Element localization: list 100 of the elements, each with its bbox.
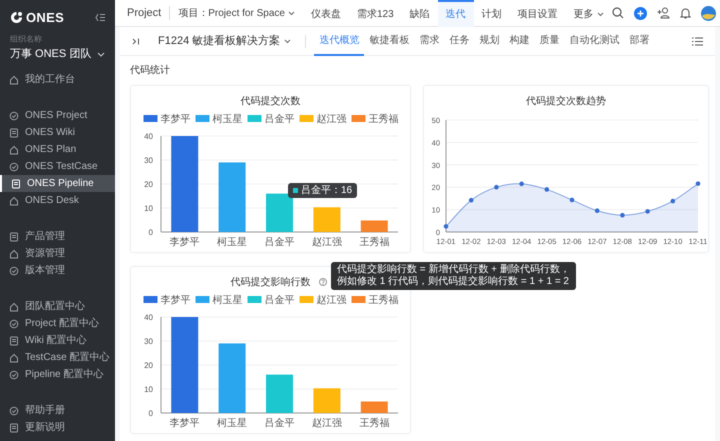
sidebar-item[interactable]: ONES Pipeline [0,175,115,192]
sidebar-item[interactable]: 版本管理 [0,262,115,279]
nav-tab[interactable]: 项目设置 [510,0,566,26]
legend-item[interactable]: 赵江强 [300,114,346,125]
add-user-icon[interactable] [656,7,670,19]
legend-item[interactable]: 吕金平 [248,295,294,306]
data-point[interactable] [468,198,474,202]
chart-title: 代码提交影响行数 [230,277,310,288]
add-icon[interactable] [634,6,647,20]
axis-tick-label: 20 [144,361,153,370]
axis-tick-label: 40 [144,313,153,322]
sidebar-item[interactable]: 产品管理 [0,228,115,245]
chart-title: 代码提交次数趋势 [526,96,606,107]
sidebar-item[interactable]: Wiki 配置中心 [0,332,115,349]
axis-category-label: 吕金平 [264,237,294,248]
legend-item[interactable]: 王秀福 [352,114,398,125]
tooltip-text: 吕金平：16 [301,184,352,198]
bar[interactable] [360,220,388,232]
axis-tick-label: 10 [144,385,153,394]
nav-tab[interactable]: 缺陷 [402,0,438,26]
check-circle-icon [9,370,19,380]
axis-category-label: 李梦平 [170,237,200,248]
sub-tab[interactable]: 规划 [474,26,504,56]
sub-tab[interactable]: 质量 [534,26,564,56]
sidebar-item[interactable]: 团队配置中心 [0,298,115,315]
nav-tab[interactable]: 仪表盘 [302,0,349,26]
sidebar-item[interactable]: ONES Plan [0,141,115,158]
help-icon[interactable] [319,278,327,286]
expand-icon[interactable] [132,38,140,44]
x-tick-label: 王秀福 [368,113,398,125]
chevron-down-icon[interactable] [97,52,105,56]
sidebar-item[interactable]: Pipeline 配置中心 [0,366,115,383]
document-icon [9,232,19,242]
sidebar-item[interactable]: ONES Desk [0,192,115,209]
legend-item[interactable]: 吕金平 [248,114,294,125]
home-icon [9,352,19,362]
sub-tab[interactable]: 任务 [444,26,474,56]
axis-category-label: 王秀福 [359,237,390,248]
avatar[interactable] [700,6,716,20]
sidebar-item[interactable]: 帮助手册 [0,402,115,419]
data-point[interactable] [696,181,700,186]
sidebar-item[interactable]: ONES Project [0,107,115,124]
sub-tab[interactable]: 敏捷看板 [364,26,414,56]
nav-tab[interactable]: 计划 [474,0,510,26]
data-point[interactable] [494,184,499,190]
collapse-icon[interactable] [95,13,105,22]
legend-item[interactable]: 王秀福 [352,295,398,306]
home-icon [9,74,19,84]
search-icon[interactable] [612,7,624,19]
sidebar-item[interactable]: 资源管理 [0,245,115,262]
axis-tick-label: 30 [144,337,153,346]
x-tick-label: 吕金平 [264,113,294,125]
list-icon[interactable] [692,36,703,46]
sub-tab[interactable]: 构建 [504,26,534,56]
x-tick-label: 赵江强 [316,294,346,306]
bell-icon[interactable] [680,7,691,19]
nav-tab[interactable]: 需求123 [348,0,402,26]
sidebar-item[interactable]: 我的工作台 [0,71,115,88]
legend-item[interactable]: 柯玉星 [196,114,242,125]
chevron-down-icon [284,38,292,44]
axis-tick-label: 40 [144,132,153,141]
axis-category-label: 李梦平 [170,418,200,429]
axis-category-label: 赵江强 [312,418,342,429]
project-selector[interactable]: 项目：Project for Space [178,6,295,20]
sprint-selector[interactable]: F1224 敏捷看板解决方案 [158,32,292,50]
logo-text: ONES [26,11,64,24]
org-name[interactable]: 万事 ONES 团队 [10,46,92,62]
data-point[interactable] [544,187,550,192]
sidebar-item[interactable]: TestCase 配置中心 [0,349,115,366]
x-tick-label: 李梦平 [160,113,190,125]
data-point[interactable] [444,224,448,229]
chart-title: 代码提交次数 [240,96,300,107]
nav-tab[interactable]: 更多 [566,0,612,26]
sidebar-item[interactable]: Project 配置中心 [0,315,115,332]
legend-item[interactable]: 赵江强 [300,295,346,306]
check-circle-icon [9,406,19,416]
check-circle-icon [9,266,19,276]
sidebar-item[interactable]: ONES Wiki [0,124,115,141]
x-tick-label: 赵江强 [316,113,346,125]
sidebar-item[interactable]: 更新说明 [0,419,115,436]
sidebar-item[interactable]: ONES TestCase [0,158,115,175]
data-point[interactable] [519,182,524,186]
org-label: 组织名称 [10,35,43,45]
bar[interactable] [360,401,388,413]
data-point[interactable] [620,212,625,218]
legend-item[interactable]: 李梦平 [144,114,190,125]
nav-tab[interactable]: 迭代 [438,0,474,26]
legend-item[interactable]: 李梦平 [144,295,190,306]
sub-tab[interactable]: 部署 [624,26,654,56]
data-point[interactable] [594,208,600,214]
section-title: 代码统计 [130,64,171,77]
sub-tab[interactable]: 自动化测试 [564,26,624,56]
check-circle-icon [9,110,19,120]
document-icon [11,178,21,188]
sub-tab[interactable]: 需求 [414,26,444,56]
data-point[interactable] [570,198,574,202]
x-tick-label: 柯玉星 [212,294,242,306]
data-point[interactable] [645,209,650,214]
data-point[interactable] [670,198,676,204]
legend-item[interactable]: 柯玉星 [196,295,242,306]
